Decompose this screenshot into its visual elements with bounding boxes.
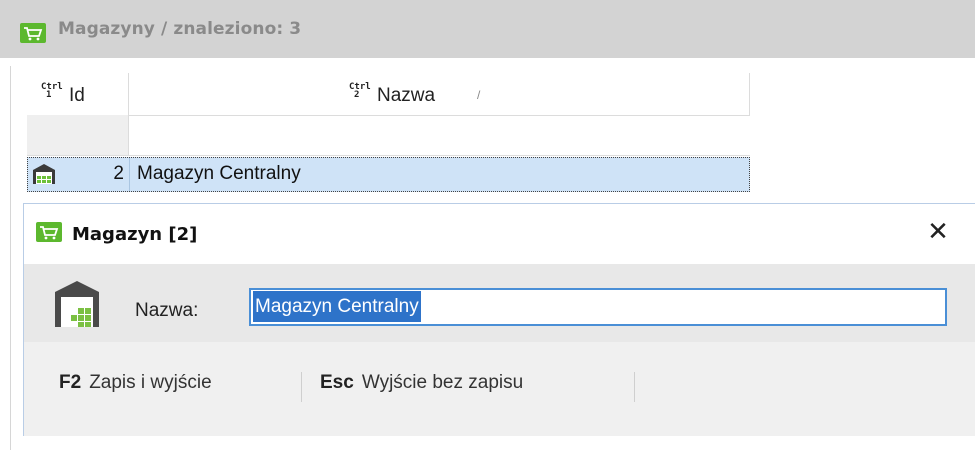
column-header-id[interactable]: Ctrl 1 Id (27, 73, 129, 115)
action-label: Wyjście bez zapisu (361, 372, 524, 393)
warehouse-icon (55, 281, 99, 327)
save-and-exit-button[interactable]: F2 Zapis i wyjście (59, 372, 212, 394)
row-name: Magazyn Centralny (137, 163, 301, 184)
column-header-name[interactable]: Ctrl 2 Nazwa / (129, 73, 750, 115)
name-field-label: Nazwa: (135, 300, 199, 321)
list-title-bar: Magazyny / znaleziono: 3 (0, 0, 975, 58)
action-label: Zapis i wyjście (89, 372, 212, 393)
grid-header: Ctrl 1 Id Ctrl 2 Nazwa / (27, 73, 750, 116)
filter-cell-id[interactable] (27, 115, 129, 155)
ctrl-shortcut-hint: Ctrl 1 (41, 82, 63, 100)
sort-indicator: / (477, 88, 481, 102)
dialog-actions: F2 Zapis i wyjście Esc Wyjście bez zapisu (24, 342, 975, 436)
exit-without-save-button[interactable]: Esc Wyjście bez zapisu (320, 372, 523, 394)
list-title: Magazyny / znaleziono: 3 (58, 19, 302, 39)
list-border (10, 66, 11, 450)
name-field-selected-text[interactable]: Magazyn Centralny (253, 291, 421, 322)
column-label-name: Nazwa (377, 85, 436, 106)
action-divider (301, 372, 302, 402)
cart-icon (36, 222, 62, 242)
filter-row[interactable] (27, 115, 750, 156)
action-divider (634, 372, 635, 402)
edit-warehouse-dialog: Magazyn [2] ✕ Nazwa: Magazyn Centralny F… (23, 203, 975, 436)
ctrl-shortcut-hint: Ctrl 2 (349, 82, 371, 100)
table-row[interactable]: 2 Magazyn Centralny (27, 157, 750, 192)
dialog-title-bar[interactable]: Magazyn [2] ✕ (24, 204, 975, 264)
cell-divider (129, 158, 130, 191)
shortcut-key: Esc (320, 372, 354, 393)
column-label-id: Id (69, 85, 85, 106)
cart-icon (20, 23, 46, 43)
warehouse-icon (33, 164, 55, 184)
dialog-title: Magazyn [2] (72, 224, 198, 245)
shortcut-key: F2 (59, 372, 82, 393)
close-icon[interactable]: ✕ (923, 216, 953, 246)
row-id: 2 (113, 163, 124, 184)
dialog-form: Nazwa: Magazyn Centralny (24, 264, 975, 342)
